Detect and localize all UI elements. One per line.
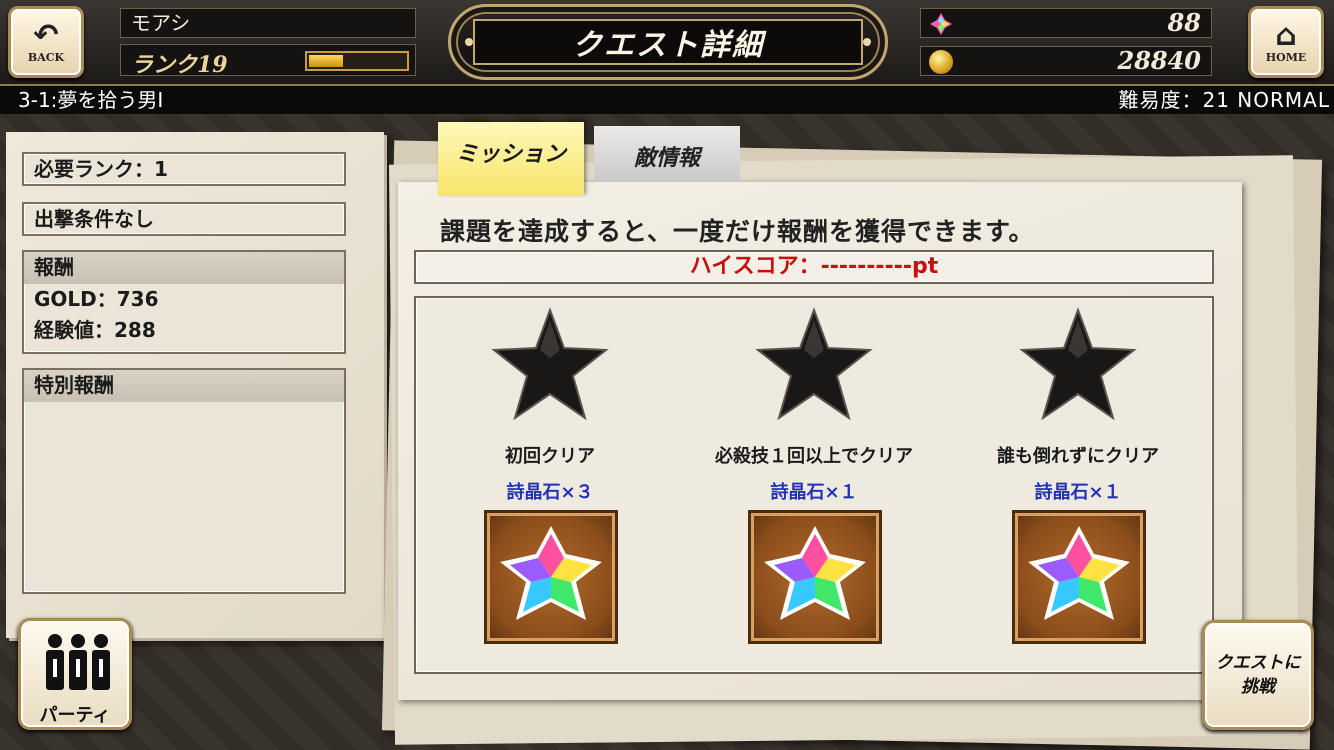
crystal-reward-icon [1012, 510, 1146, 644]
party-icon [46, 634, 110, 690]
gem-count: 88 [1167, 8, 1201, 37]
mission-item: 初回クリア 詩晶石×３ [418, 298, 682, 676]
back-arrow-icon: ↶ [33, 17, 59, 53]
mission-reward: 詩晶石×１ [770, 482, 858, 503]
difficulty-label: 難易度：21 NORMAL [1118, 88, 1330, 112]
gold-count: 28840 [1117, 46, 1202, 75]
rank-label: ランク19 [131, 52, 228, 78]
party-button[interactable]: パーティ [18, 618, 132, 730]
challenge-quest-button[interactable]: クエストに挑戦 [1202, 620, 1314, 730]
mission-title: 誰も倒れずにクリア [997, 446, 1159, 467]
rank-box: ランク19 [120, 44, 416, 78]
mission-reward: 詩晶石×１ [1034, 482, 1122, 503]
mission-title: 初回クリア [505, 446, 595, 467]
gem-counter: 88 [920, 8, 1212, 38]
title-ornament-left [465, 38, 473, 46]
home-button[interactable]: ⌂ HOME [1248, 6, 1324, 78]
back-label: BACK [27, 50, 65, 64]
back-button[interactable]: ↶ BACK [8, 6, 84, 78]
page-title: クエスト詳細 [473, 19, 863, 65]
quest-subheader: 3-1:夢を拾う男Ⅰ 難易度：21 NORMAL [0, 86, 1334, 114]
mission-intro: 課題を達成すると、一度だけ報酬を獲得できます。 [440, 217, 1035, 246]
crystal-reward-icon [484, 510, 618, 644]
mission-item: 誰も倒れずにクリア 詩晶石×１ [946, 298, 1210, 676]
top-bar: ↶ BACK モアシ ランク19 クエスト詳細 88 28840 ⌂ HOME [0, 0, 1334, 86]
sortie-condition: 出撃条件なし [22, 202, 346, 236]
mission-title: 必殺技１回以上でクリア [715, 446, 913, 467]
star-icon [491, 307, 609, 421]
special-reward-box: 特別報酬 [22, 368, 346, 594]
stage-name: 3-1:夢を拾う男Ⅰ [18, 88, 164, 112]
home-icon: ⌂ [1275, 17, 1297, 53]
mission-list: 初回クリア 詩晶石×３ 必殺技１回以上でクリア 詩晶石×１ 誰も倒れずにクリア … [414, 296, 1214, 674]
reward-title: 報酬 [24, 252, 344, 284]
gem-icon [930, 13, 952, 35]
star-icon [755, 307, 873, 421]
special-reward-title: 特別報酬 [24, 370, 344, 402]
party-label: パーティ [39, 705, 111, 726]
home-label: HOME [1265, 50, 1307, 64]
crystal-reward-icon [748, 510, 882, 644]
gold-counter: 28840 [920, 46, 1212, 76]
tab-enemy-info[interactable]: 敵情報 [594, 126, 740, 182]
star-icon [1019, 307, 1137, 421]
player-name: モアシ [120, 8, 416, 38]
reward-gold: GOLD：736 [34, 287, 159, 311]
reward-exp: 経験値：288 [34, 318, 156, 342]
rank-progress-fill [309, 55, 343, 67]
mission-reward: 詩晶石×３ [506, 482, 594, 503]
high-score: ハイスコア：----------pt [414, 250, 1214, 284]
reward-box: 報酬 GOLD：736 経験値：288 [22, 250, 346, 354]
title-plate: クエスト詳細 [448, 4, 888, 80]
tab-mission[interactable]: ミッション [438, 122, 584, 196]
quest-info-panel: 必要ランク：1 出撃条件なし 報酬 GOLD：736 経験値：288 特別報酬 [6, 132, 384, 638]
title-ornament-right [863, 38, 871, 46]
mission-item: 必殺技１回以上でクリア 詩晶石×１ [682, 298, 946, 676]
rank-progress-bar [305, 51, 409, 71]
required-rank: 必要ランク：1 [22, 152, 346, 186]
gold-coin-icon [929, 50, 953, 74]
